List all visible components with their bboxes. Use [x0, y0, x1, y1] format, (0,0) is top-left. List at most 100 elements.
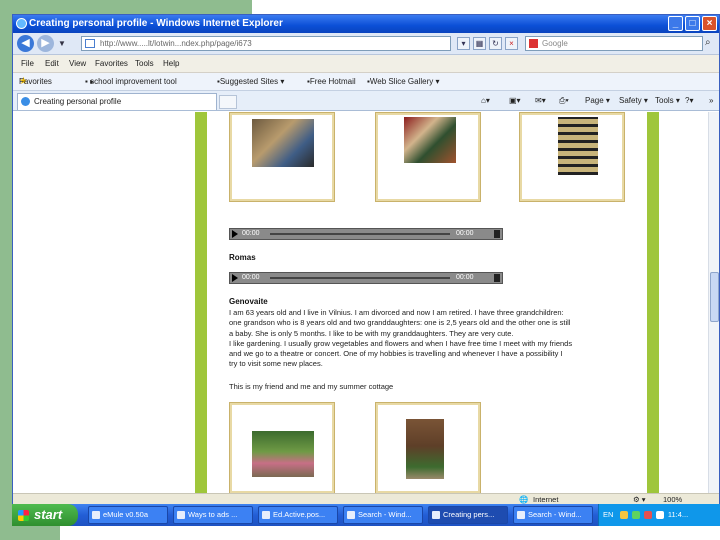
tray-icon[interactable] [619, 511, 628, 520]
mail-icon[interactable]: ✉▾ [535, 91, 546, 111]
favorite-free-hotmail[interactable]: ▪ Free Hotmail [307, 73, 356, 91]
play-icon[interactable] [232, 230, 238, 238]
app-icon [347, 511, 355, 519]
safety-menu[interactable]: Safety ▾ [619, 91, 648, 111]
person-name: Romas [229, 253, 256, 262]
tray-icon[interactable] [643, 511, 652, 520]
favorite-suggested-sites[interactable]: ▪ Suggested Sites ▾ [217, 73, 284, 91]
dropdown-arrow-icon[interactable]: ▾ [457, 37, 470, 50]
title-bar[interactable]: Creating personal profile - Windows Inte… [13, 15, 719, 33]
photo-frame [375, 112, 481, 202]
page-border-right [647, 112, 659, 494]
volume-icon[interactable] [494, 230, 500, 238]
language-indicator[interactable]: EN [603, 510, 613, 519]
favorites-bar: ★ Favorites ▪ school improvement tool ▸ … [13, 73, 719, 91]
tab-creating-profile[interactable]: Creating personal profile [17, 93, 217, 110]
search-icon[interactable]: ⌕ [705, 37, 711, 48]
audio-current-time: 00:00 [242, 230, 260, 237]
app-icon [432, 511, 440, 519]
feeds-icon[interactable]: ▣▾ [509, 91, 521, 111]
address-url: http://www.....lt/lotwin...ndex.php/page… [100, 39, 252, 48]
taskbar-item[interactable]: Ways to ads ... [173, 506, 253, 524]
app-icon [92, 511, 100, 519]
audio-progress-track[interactable] [270, 233, 450, 235]
vertical-scrollbar[interactable] [708, 112, 719, 494]
favorite-school-tool[interactable]: ▪ school improvement tool ▸ [85, 73, 177, 91]
favorite-web-slice[interactable]: ▪ Web Slice Gallery ▾ [367, 73, 440, 91]
tab-label: Creating personal profile [34, 97, 122, 106]
page-icon [85, 39, 95, 48]
forward-icon[interactable]: ▶ [37, 35, 54, 52]
home-icon[interactable]: ⌂▾ [481, 91, 490, 111]
taskbar-item[interactable]: Search - Wind... [343, 506, 423, 524]
page-content: 00:00 00:00 Romas 00:00 00:00 Genovaite … [13, 112, 719, 494]
menu-edit[interactable]: Edit [45, 55, 59, 73]
photo-frame [229, 112, 335, 202]
minimize-button[interactable]: _ [668, 16, 683, 31]
page-border-left [195, 112, 207, 494]
system-tray: EN 11:4... [598, 504, 720, 526]
menu-help[interactable]: Help [163, 55, 179, 73]
photo-woman-portrait[interactable] [252, 119, 314, 167]
window-title: Creating personal profile - Windows Inte… [29, 18, 283, 29]
chevron-right-icon[interactable]: » [709, 91, 713, 111]
bio-line: a baby. She is only 5 months. I like to … [229, 328, 514, 338]
audio-player[interactable]: 00:00 00:00 [229, 228, 503, 240]
play-icon[interactable] [232, 274, 238, 282]
audio-current-time: 00:00 [242, 274, 260, 281]
bio-line: and we go to a theatre or concert. One o… [229, 349, 563, 359]
photo-quilt[interactable] [558, 117, 598, 175]
photo-caption: This is my friend and me and my summer c… [229, 382, 394, 391]
stop-icon[interactable]: × [505, 37, 518, 50]
photo-frame [375, 402, 481, 494]
tools-menu[interactable]: Tools ▾ [655, 91, 680, 111]
photo-summer-cottage[interactable] [406, 419, 444, 479]
photo-friends[interactable] [252, 431, 314, 477]
start-button[interactable]: start [12, 504, 78, 526]
audio-progress-track[interactable] [270, 277, 450, 279]
history-dropdown-icon[interactable]: ▼ [58, 39, 66, 48]
audio-duration: 00:00 [456, 274, 474, 281]
new-tab-button[interactable] [219, 95, 237, 109]
scroll-thumb[interactable] [710, 272, 719, 322]
menu-bar: File Edit View Favorites Tools Help [13, 55, 719, 73]
taskbar-item[interactable]: Ed.Active.pos... [258, 506, 338, 524]
taskbar-item[interactable]: eMule v0.50a [88, 506, 168, 524]
page-menu[interactable]: Page ▾ [585, 91, 610, 111]
photo-frame [229, 402, 335, 494]
tab-bar: Creating personal profile ⌂▾ ▣▾ ✉▾ ⎙▾ Pa… [13, 91, 719, 111]
taskbar-item[interactable]: Search - Wind... [513, 506, 593, 524]
slide: Creating personal profile - Windows Inte… [0, 0, 720, 540]
person-name: Genovaite [229, 297, 268, 306]
tray-icon[interactable] [655, 511, 664, 520]
address-bar-row: ◀ ▶ ▼ http://www.....lt/lotwin...ndex.ph… [13, 33, 719, 55]
bio-line: I am 63 years old and I live in Vilnius.… [229, 308, 564, 317]
maximize-button[interactable]: □ [685, 16, 700, 31]
taskbar-item-active[interactable]: Creating pers... [428, 506, 508, 524]
tab-ie-icon [21, 97, 30, 106]
clock[interactable]: 11:4... [668, 510, 688, 519]
menu-view[interactable]: View [69, 55, 86, 73]
tray-icon[interactable] [631, 511, 640, 520]
back-icon[interactable]: ◀ [17, 35, 34, 52]
help-icon[interactable]: ?▾ [685, 91, 693, 111]
menu-favorites[interactable]: Favorites [95, 55, 128, 73]
refresh-icon[interactable]: ↻ [489, 37, 502, 50]
close-button[interactable]: × [702, 16, 717, 31]
menu-tools[interactable]: Tools [135, 55, 154, 73]
photo-embroidery[interactable] [404, 117, 456, 163]
menu-file[interactable]: File [21, 55, 34, 73]
bio-line: one grandson who is 8 years old and two … [229, 318, 571, 328]
search-placeholder: Google [542, 39, 568, 48]
google-logo-icon [529, 39, 538, 48]
taskbar: start eMule v0.50a Ways to ads ... Ed.Ac… [12, 504, 720, 526]
volume-icon[interactable] [494, 274, 500, 282]
audio-player[interactable]: 00:00 00:00 [229, 272, 503, 284]
search-input[interactable]: Google [525, 36, 703, 51]
address-input[interactable]: http://www.....lt/lotwin...ndex.php/page… [81, 36, 451, 51]
compatibility-icon[interactable]: ▦ [473, 37, 486, 50]
print-icon[interactable]: ⎙▾ [559, 91, 569, 111]
ie-logo-icon [16, 18, 27, 29]
app-icon [262, 511, 270, 519]
bio-line: I like gardening. I usually grow vegetab… [229, 338, 573, 348]
